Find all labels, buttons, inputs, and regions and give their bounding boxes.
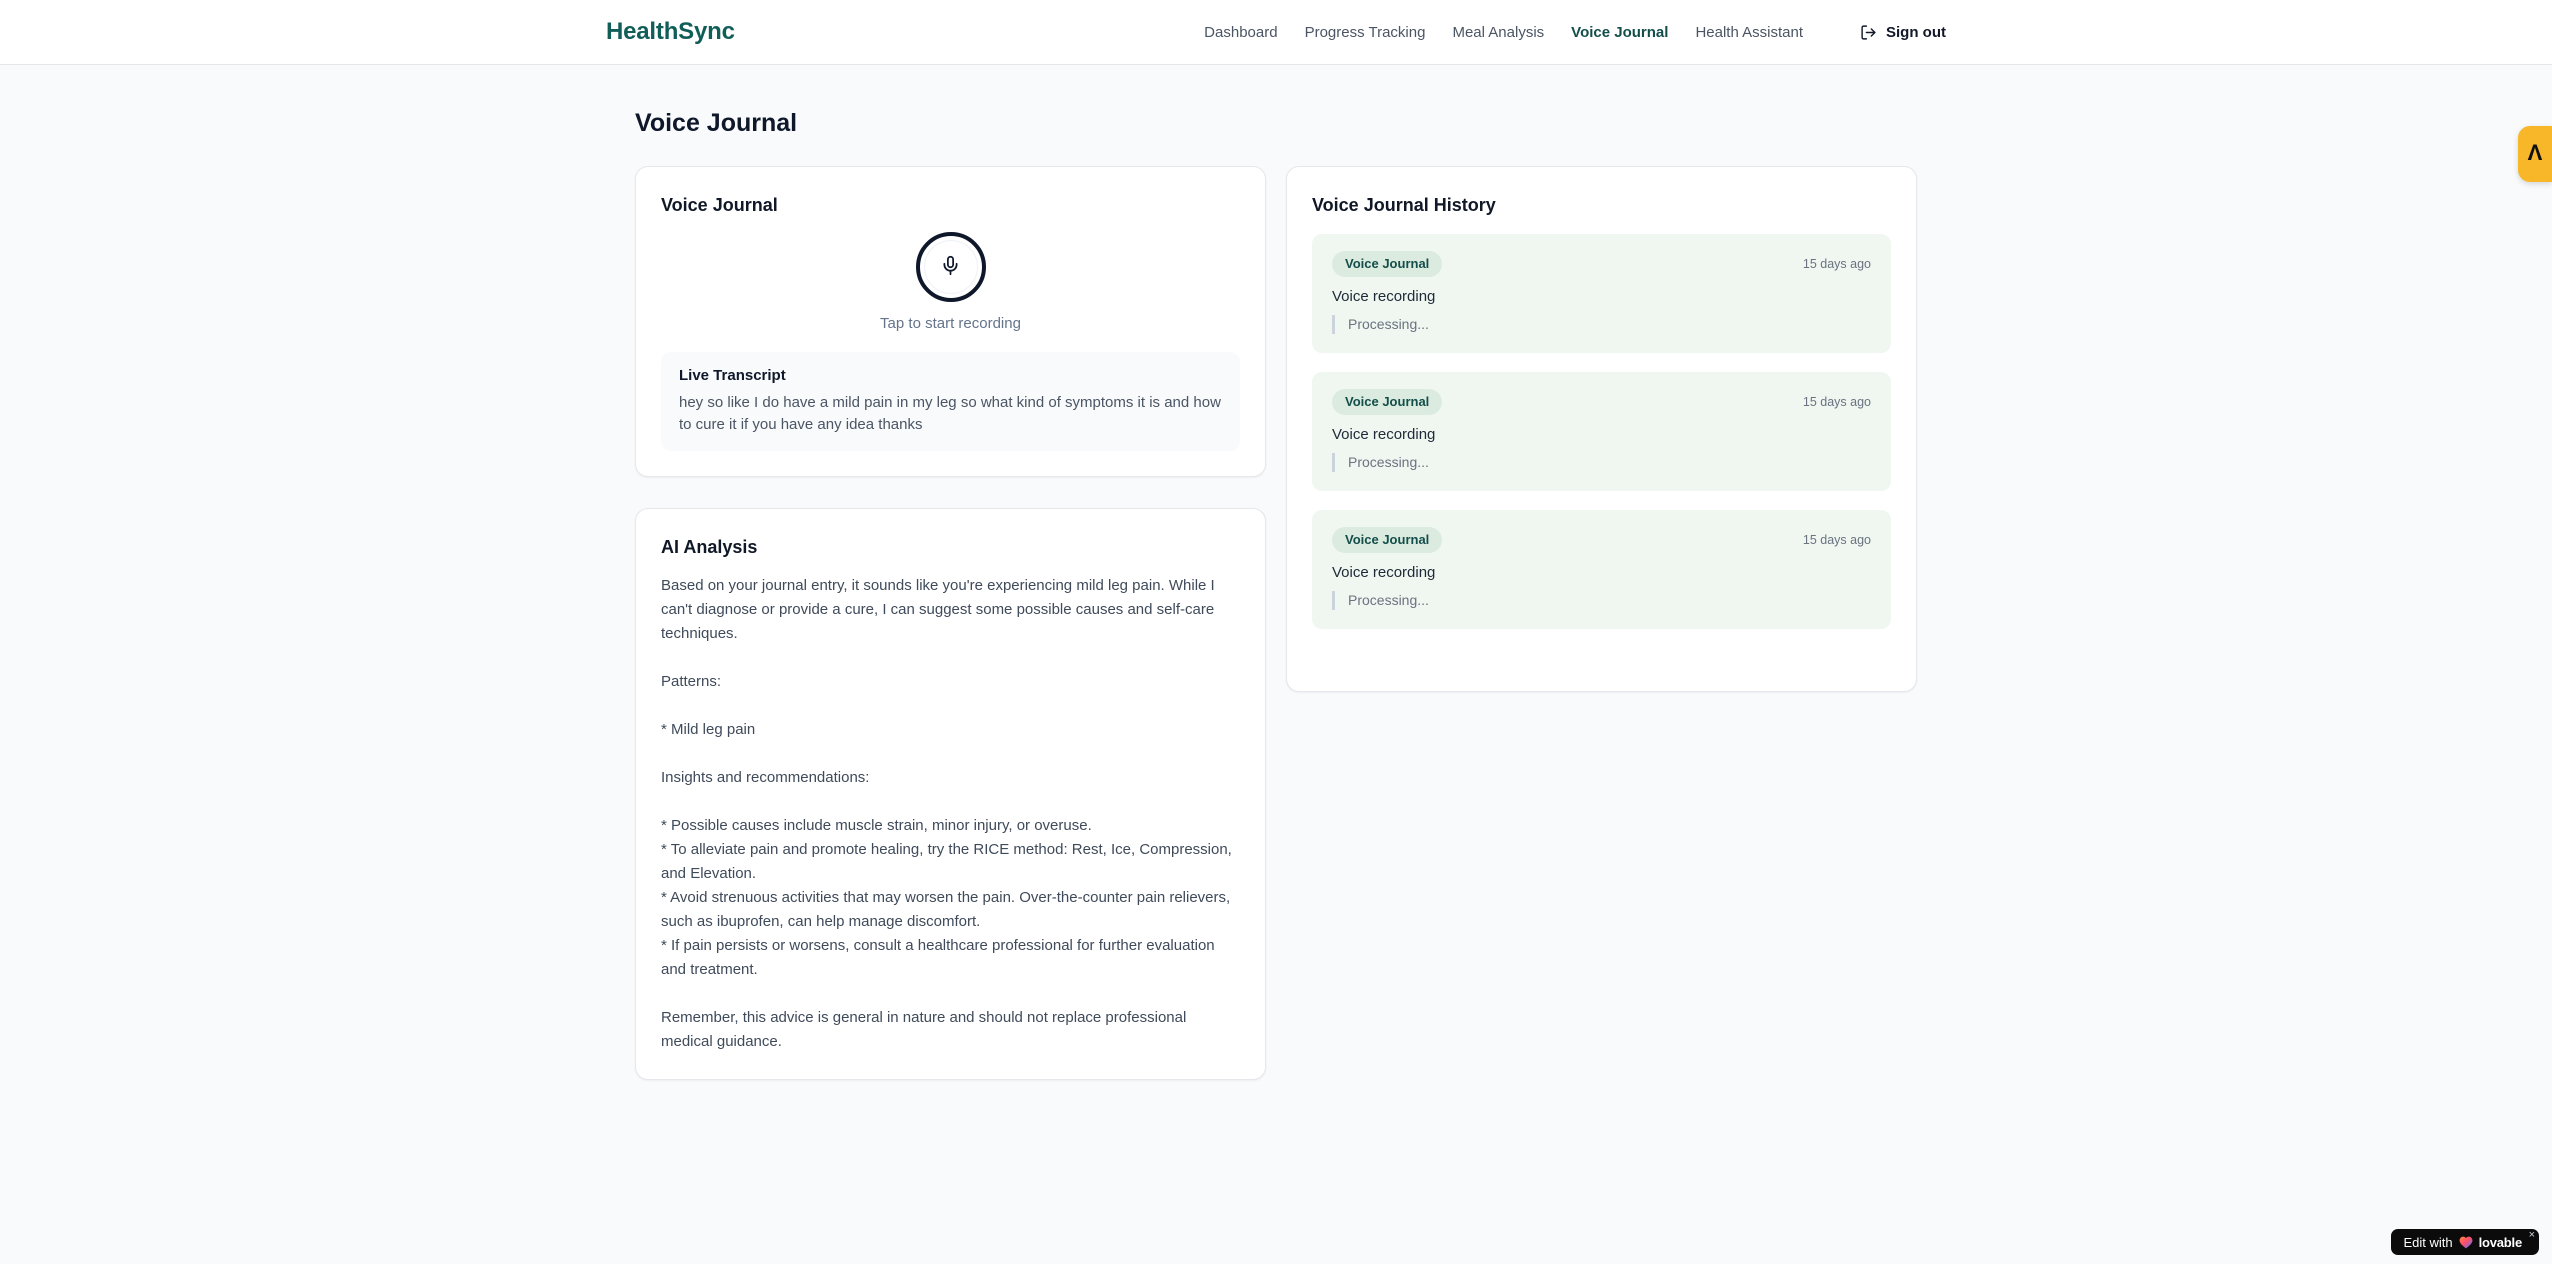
nav-item-progress-tracking[interactable]: Progress Tracking [1305, 24, 1426, 41]
entry-label: Voice recording [1332, 288, 1436, 305]
main-content: Voice Journal Voice Journal Tap to start… [635, 107, 1917, 1080]
live-transcript-text: hey so like I do have a mild pain in my … [679, 394, 1221, 433]
entry-status: Processing... [1332, 591, 1871, 610]
recorder-card-title: Voice Journal [661, 195, 778, 215]
voice-recorder-card: Voice Journal Tap to start recording Liv… [635, 166, 1266, 477]
live-transcript-box: Live Transcript hey so like I do have a … [661, 352, 1240, 451]
page-title: Voice Journal [635, 109, 798, 137]
history-entry[interactable]: Voice Journal 15 days ago Voice recordin… [1312, 234, 1891, 353]
analysis-paragraph: * Possible causes include muscle strain,… [661, 817, 1232, 978]
entry-label: Voice recording [1332, 426, 1436, 443]
live-transcript-title: Live Transcript [679, 367, 786, 384]
entry-status: Processing... [1332, 453, 1871, 472]
entry-type-badge: Voice Journal [1332, 251, 1443, 277]
sign-out-label: Sign out [1886, 23, 1946, 41]
microphone-icon [940, 255, 961, 279]
entry-timestamp: 15 days ago [1802, 257, 1871, 271]
history-entries-list: Voice Journal 15 days ago Voice recordin… [1312, 234, 1891, 629]
nav-item-dashboard[interactable]: Dashboard [1204, 24, 1277, 41]
entry-timestamp: 15 days ago [1802, 533, 1871, 547]
ai-analysis-card: AI Analysis Based on your journal entry,… [635, 508, 1266, 1080]
analysis-paragraph: Based on your journal entry, it sounds l… [661, 577, 1219, 642]
entry-status: Processing... [1332, 315, 1871, 334]
entry-type-badge: Voice Journal [1332, 527, 1443, 553]
entry-label: Voice recording [1332, 564, 1436, 581]
app-logo[interactable]: HealthSync [606, 18, 735, 46]
lovable-brand-label: lovable [2478, 1234, 2523, 1250]
heart-icon [2459, 1236, 2473, 1249]
ai-analysis-title: AI Analysis [661, 537, 758, 557]
history-entry[interactable]: Voice Journal 15 days ago Voice recordin… [1312, 372, 1891, 491]
history-entry[interactable]: Voice Journal 15 days ago Voice recordin… [1312, 510, 1891, 629]
sign-out-button[interactable]: Sign out [1860, 24, 1946, 41]
lovable-prefix-label: Edit with [2403, 1234, 2453, 1250]
analysis-paragraph: Remember, this advice is general in natu… [661, 1009, 1191, 1050]
record-button[interactable] [915, 232, 986, 302]
entry-timestamp: 15 days ago [1802, 395, 1871, 409]
nav-item-voice-journal[interactable]: Voice Journal [1571, 24, 1668, 41]
analysis-paragraph: Insights and recommendations: [661, 769, 870, 786]
analysis-paragraph: Patterns: [661, 673, 722, 690]
app-header: HealthSync Dashboard Progress Tracking M… [0, 0, 2552, 65]
analysis-paragraph: * Mild leg pain [661, 721, 756, 738]
entry-type-badge: Voice Journal [1332, 389, 1443, 415]
edit-with-lovable-badge[interactable]: Edit with lovable × [2391, 1229, 2539, 1255]
extension-logo-icon: Λ [2527, 140, 2543, 165]
nav-item-meal-analysis[interactable]: Meal Analysis [1452, 24, 1544, 41]
tap-to-record-hint: Tap to start recording [880, 315, 1021, 332]
close-icon[interactable]: × [2529, 1229, 2535, 1241]
voice-journal-history-card: Voice Journal History Voice Journal 15 d… [1286, 166, 1917, 692]
browser-extension-tab[interactable]: Λ [2518, 126, 2552, 182]
history-card-title: Voice Journal History [1312, 195, 1496, 215]
nav-item-health-assistant[interactable]: Health Assistant [1695, 24, 1803, 41]
ai-analysis-body: Based on your journal entry, it sounds l… [661, 574, 1240, 1054]
logout-icon [1860, 24, 1877, 41]
main-nav: Dashboard Progress Tracking Meal Analysi… [1204, 24, 1946, 41]
